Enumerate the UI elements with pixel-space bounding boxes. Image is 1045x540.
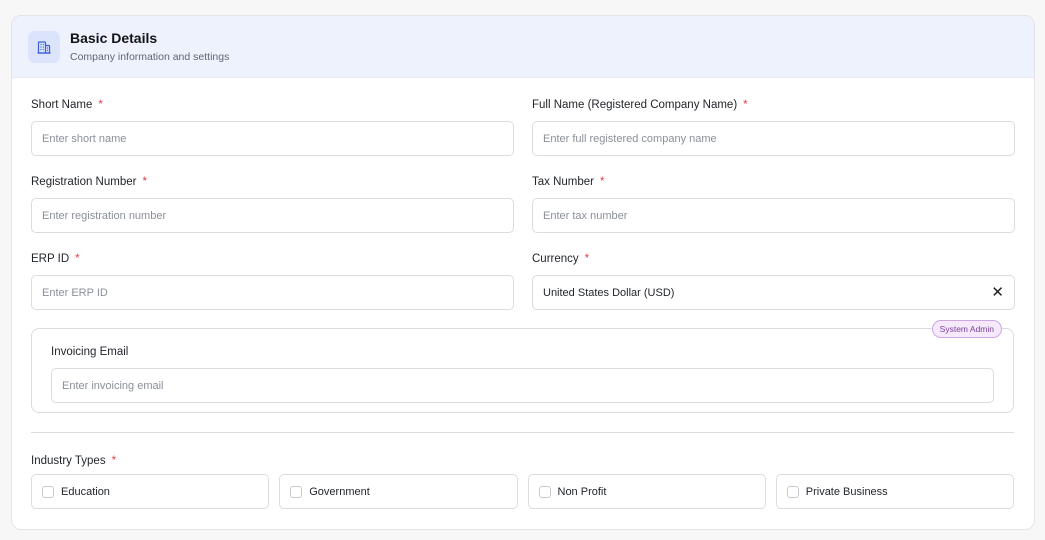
registration-number-input[interactable] xyxy=(42,209,503,222)
tax-number-field: Tax Number * xyxy=(532,174,1015,233)
required-marker: * xyxy=(75,253,80,265)
system-admin-section: System Admin Invoicing Email xyxy=(31,320,1014,413)
registration-number-input-wrapper xyxy=(31,198,514,233)
card-header: Basic Details Company information and se… xyxy=(12,16,1034,78)
invoicing-email-field: Invoicing Email xyxy=(51,344,994,403)
tax-number-input-wrapper xyxy=(532,198,1015,233)
industry-option-label: Non Profit xyxy=(557,485,607,498)
tax-number-label: Tax Number xyxy=(532,176,594,188)
full-name-input[interactable] xyxy=(543,132,1004,145)
currency-label: Currency xyxy=(532,253,579,265)
required-marker: * xyxy=(142,176,147,188)
divider xyxy=(31,432,1014,433)
short-name-label: Short Name xyxy=(31,99,93,111)
erp-id-field: ERP ID * xyxy=(31,251,514,310)
section-subtitle: Company information and settings xyxy=(70,51,230,63)
industry-types-options: Education Government Non Profit Private … xyxy=(31,474,1014,509)
industry-types-label: Industry Types xyxy=(31,455,106,467)
full-name-label: Full Name (Registered Company Name) xyxy=(532,99,738,111)
industry-types-heading: Industry Types * xyxy=(31,453,116,469)
industry-option-label: Education xyxy=(61,485,110,498)
industry-option-education[interactable]: Education xyxy=(31,474,270,509)
invoicing-email-label: Invoicing Email xyxy=(51,346,129,358)
registration-number-label: Registration Number xyxy=(31,176,137,188)
close-icon[interactable]: ✕ xyxy=(991,285,1004,300)
industry-option-government[interactable]: Government xyxy=(279,474,518,509)
short-name-input[interactable] xyxy=(42,132,503,145)
checkbox[interactable] xyxy=(42,485,54,498)
industry-option-label: Government xyxy=(309,485,370,498)
system-admin-badge: System Admin xyxy=(931,320,1002,338)
erp-id-input[interactable] xyxy=(42,286,503,299)
short-name-input-wrapper xyxy=(31,121,514,156)
invoicing-email-input[interactable] xyxy=(62,379,983,392)
required-marker: * xyxy=(111,455,117,467)
checkbox[interactable] xyxy=(786,485,799,498)
erp-id-label: ERP ID xyxy=(31,253,70,265)
full-name-field: Full Name (Registered Company Name) * xyxy=(532,97,1015,156)
basic-details-card: Basic Details Company information and se… xyxy=(11,15,1035,530)
checkbox[interactable] xyxy=(290,485,303,498)
section-title: Basic Details xyxy=(70,30,158,46)
registration-number-field: Registration Number * xyxy=(31,174,514,233)
required-marker: * xyxy=(600,176,605,188)
short-name-field: Short Name * xyxy=(31,97,514,156)
currency-select[interactable]: United States Dollar (USD) ✕ xyxy=(532,275,1015,310)
required-marker: * xyxy=(98,99,103,111)
invoicing-email-input-wrapper xyxy=(51,368,994,403)
required-marker: * xyxy=(743,99,748,111)
industry-option-label: Private Business xyxy=(805,485,888,498)
industry-option-non-profit[interactable]: Non Profit xyxy=(527,474,766,509)
currency-selected-value: United States Dollar (USD) xyxy=(543,286,675,299)
erp-id-input-wrapper xyxy=(31,275,514,310)
required-marker: * xyxy=(584,253,590,265)
currency-field: Currency * United States Dollar (USD) ✕ xyxy=(532,251,1015,310)
tax-number-input[interactable] xyxy=(543,209,1004,222)
full-name-input-wrapper xyxy=(532,121,1015,156)
industry-option-private-business[interactable]: Private Business xyxy=(775,474,1014,509)
checkbox[interactable] xyxy=(538,485,551,498)
building-icon xyxy=(28,30,60,63)
